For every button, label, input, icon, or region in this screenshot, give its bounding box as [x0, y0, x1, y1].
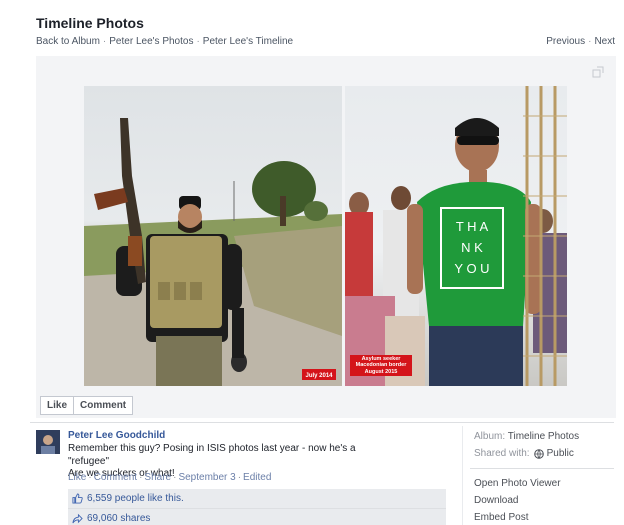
section-divider: [30, 422, 614, 423]
like-button[interactable]: Like: [41, 397, 73, 414]
shirt-text-line-1: T H A: [456, 219, 489, 234]
privacy-info: Shared with: Public: [474, 448, 574, 459]
meta-separator: ·: [88, 472, 92, 483]
shared-with-label: Shared with:: [474, 448, 530, 459]
next-link[interactable]: Next: [594, 36, 615, 47]
breadcrumb-separator: ·: [102, 36, 107, 47]
left-photo-date-tag: July 2014: [305, 373, 333, 379]
meta-separator: ·: [139, 472, 143, 483]
open-photo-viewer-link[interactable]: Open Photo Viewer: [474, 478, 561, 489]
embed-post-link[interactable]: Embed Post: [474, 512, 528, 523]
album-link[interactable]: Timeline Photos: [508, 431, 579, 442]
photo-actions: Like Comment: [40, 396, 134, 415]
right-photo-caption-tag: Asylum seeker Macedonian border August 2…: [350, 355, 412, 376]
meta-edited[interactable]: Edited: [243, 472, 271, 483]
sidebar-separator: [470, 468, 614, 469]
download-link[interactable]: Download: [474, 495, 518, 506]
photo-right-panel: T H A N K Y O U Asylum seeker Macedonian…: [345, 86, 567, 386]
meta-comment-link[interactable]: Comment: [94, 472, 137, 483]
likes-count[interactable]: 6,559 people like this.: [87, 493, 184, 504]
album-label: Album:: [474, 431, 506, 442]
share-icon: [72, 513, 83, 523]
photo-left-image: July 2014: [84, 118, 342, 386]
avatar-image: [36, 430, 60, 454]
photo-right-image: T H A N K Y O U: [345, 86, 567, 386]
shirt-text-line-2: N K: [461, 240, 483, 255]
breadcrumb-back-to-album[interactable]: Back to Album: [36, 36, 100, 47]
breadcrumb-photos[interactable]: Peter Lee's Photos: [109, 36, 193, 47]
sidebar-divider: [462, 426, 463, 525]
breadcrumb: Back to Album · Peter Lee's Photos · Peter L…: [36, 36, 293, 47]
photo-stage[interactable]: July 2014 T H A N K Y O U Asylum seeker …: [36, 56, 616, 418]
meta-separator: ·: [237, 472, 242, 483]
previous-link[interactable]: Previous: [546, 36, 585, 47]
post-caption-line-1: Remember this guy? Posing in ISIS photos…: [68, 443, 356, 467]
breadcrumb-timeline[interactable]: Peter Lee's Timeline: [203, 36, 293, 47]
meta-like-link[interactable]: Like: [68, 472, 86, 483]
right-caption-line-2: Macedonian border: [355, 362, 407, 369]
shares-count[interactable]: 69,060 shares: [87, 513, 150, 524]
comment-button[interactable]: Comment: [73, 397, 132, 414]
photo-nav: Previous · Next: [546, 36, 615, 47]
page-title: Timeline Photos: [36, 15, 144, 31]
post-meta: Like · Comment · Share · September 3 · Edited: [68, 472, 271, 483]
photo-left-panel: July 2014: [84, 86, 342, 386]
privacy-value[interactable]: Public: [547, 448, 574, 459]
shares-summary: 69,060 shares: [68, 509, 446, 525]
breadcrumb-separator: ·: [196, 36, 200, 47]
shirt-text-line-3: Y O U: [454, 261, 489, 276]
thumbs-up-icon: [72, 493, 83, 504]
album-info: Album: Timeline Photos: [474, 431, 579, 442]
nav-separator: ·: [588, 36, 592, 47]
globe-icon: [533, 448, 544, 459]
meta-share-link[interactable]: Share: [144, 472, 171, 483]
avatar[interactable]: [36, 430, 60, 454]
meta-separator: ·: [173, 472, 177, 483]
likes-summary: 6,559 people like this.: [68, 489, 446, 509]
post-author[interactable]: Peter Lee Goodchild: [68, 430, 165, 441]
meta-date[interactable]: September 3: [178, 472, 235, 483]
expand-icon[interactable]: [592, 66, 604, 78]
right-caption-line-3: August 2015: [364, 368, 398, 375]
